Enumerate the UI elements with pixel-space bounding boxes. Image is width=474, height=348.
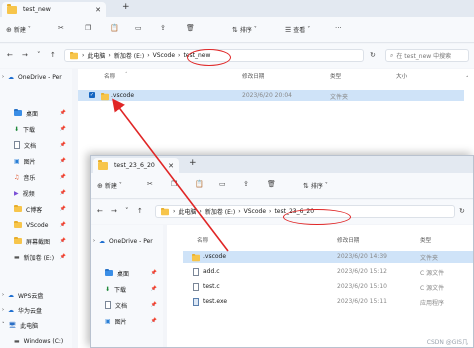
annotation-arrow (112, 98, 229, 252)
watermark: CSDN @GIS几 (426, 339, 468, 346)
arrow-line (112, 98, 229, 252)
